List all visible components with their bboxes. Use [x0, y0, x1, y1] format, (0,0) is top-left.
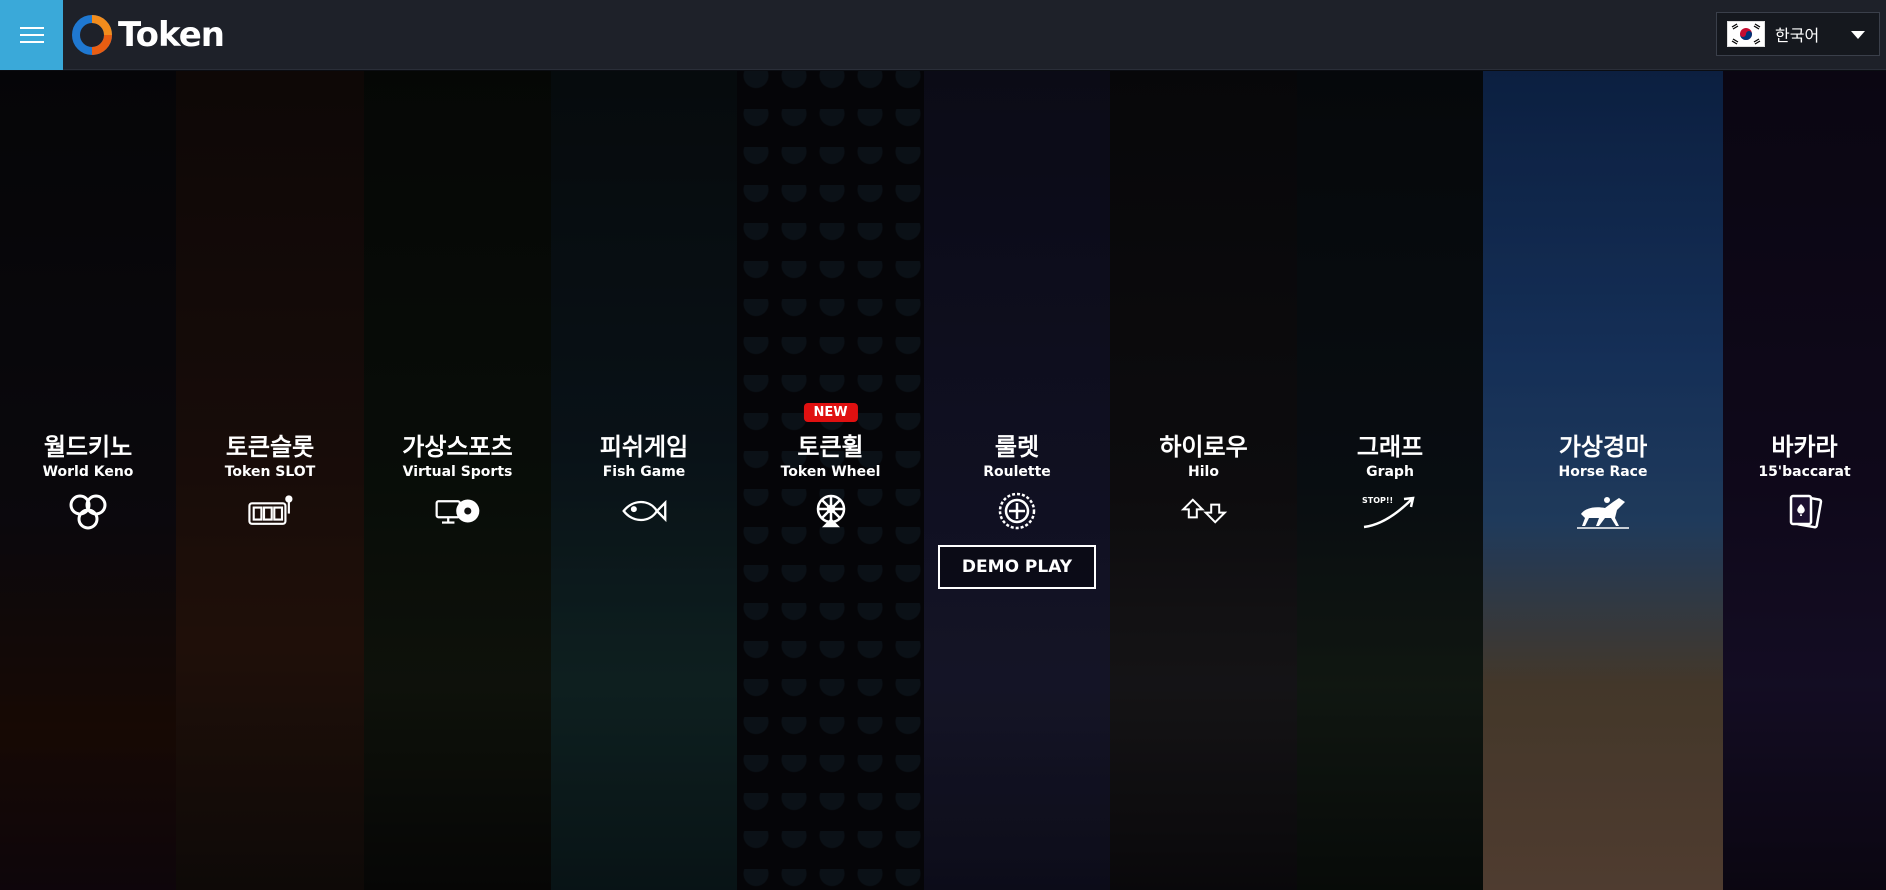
game-title-en: Graph	[1366, 464, 1414, 480]
korea-flag-icon	[1727, 21, 1765, 47]
game-title-kr: 피쉬게임	[599, 433, 689, 461]
top-bar: Token 한국어	[0, 0, 1886, 70]
demo-play-button[interactable]: DEMO PLAY	[937, 545, 1097, 589]
horse-race-icon	[1575, 491, 1631, 531]
game-column-graph[interactable]: 그래프 Graph STOP!!	[1297, 71, 1483, 890]
game-title-kr: 가상스포츠	[402, 433, 513, 461]
logo-ring-icon	[72, 15, 112, 55]
roulette-icon	[993, 491, 1041, 531]
game-title-en: Token Wheel	[780, 464, 881, 480]
game-title-kr: 바카라	[1771, 433, 1838, 461]
logo-text: Token	[118, 15, 225, 55]
game-title-kr: 토큰휠	[797, 433, 864, 461]
game-title-kr: 가상경마	[1558, 433, 1648, 461]
game-columns: 월드키노 World Keno 토큰슬롯 Token SLOT 가상스포츠 Vi…	[0, 71, 1886, 890]
game-title-kr: 하이로우	[1159, 433, 1248, 461]
game-title-kr: 룰렛	[994, 433, 1040, 461]
cards-icon	[1781, 491, 1829, 531]
slot-machine-icon	[246, 491, 294, 531]
game-title-en: Token SLOT	[224, 464, 316, 480]
game-column-token-wheel[interactable]: NEW 토큰휠 Token Wheel	[737, 71, 924, 890]
game-title-kr: 그래프	[1356, 433, 1424, 461]
chevron-down-icon	[1851, 31, 1865, 39]
game-title-kr: 토큰슬롯	[225, 433, 315, 461]
game-title-en: Hilo	[1188, 464, 1219, 480]
game-column-virtual-sports[interactable]: 가상스포츠 Virtual Sports	[364, 71, 551, 890]
language-label: 한국어	[1775, 26, 1820, 45]
game-title-en: Fish Game	[602, 464, 686, 480]
game-title-en: Horse Race	[1558, 464, 1648, 480]
game-column-horse-race[interactable]: 가상경마 Horse Race	[1483, 71, 1723, 890]
game-title-en: Virtual Sports	[402, 464, 513, 480]
game-title-en: Roulette	[983, 464, 1051, 480]
graph-arrow-icon: STOP!!	[1360, 491, 1420, 531]
game-column-world-keno[interactable]: 월드키노 World Keno	[0, 71, 176, 890]
language-selector[interactable]: 한국어	[1716, 12, 1880, 56]
game-column-token-slot[interactable]: 토큰슬롯 Token SLOT	[176, 71, 364, 890]
wheel-icon	[807, 491, 855, 531]
fish-icon	[620, 491, 668, 531]
game-title-kr: 월드키노	[43, 433, 133, 461]
keno-balls-icon	[64, 491, 112, 531]
graph-stop-label: STOP!!	[1362, 496, 1393, 505]
game-title-en: World Keno	[42, 464, 134, 480]
menu-line	[19, 41, 44, 43]
game-column-roulette[interactable]: 룰렛 Roulette DEMO PLAY	[924, 71, 1110, 890]
logo[interactable]: Token	[70, 9, 225, 61]
menu-line	[19, 34, 44, 36]
hamburger-menu-icon[interactable]	[0, 0, 63, 70]
game-title-en: 15'baccarat	[1758, 464, 1851, 480]
up-down-arrows-icon	[1180, 491, 1228, 531]
new-badge: NEW	[803, 403, 858, 422]
game-column-fish-game[interactable]: 피쉬게임 Fish Game	[551, 71, 737, 890]
sports-ball-screen-icon	[434, 491, 482, 531]
game-column-hilo[interactable]: 하이로우 Hilo	[1110, 71, 1297, 890]
menu-line	[19, 27, 44, 29]
game-column-baccarat[interactable]: 바카라 15'baccarat	[1723, 71, 1886, 890]
